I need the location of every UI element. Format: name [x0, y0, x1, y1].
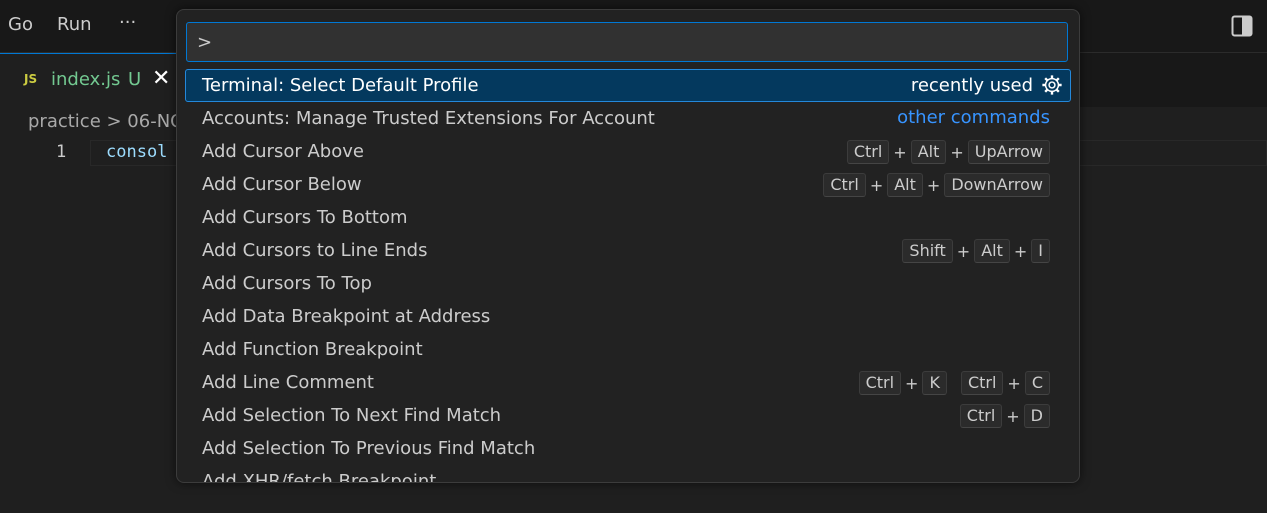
key-separator: +: [956, 241, 971, 261]
key-separator: +: [1006, 406, 1020, 426]
keybinding-key: Ctrl: [959, 404, 1003, 428]
command-item[interactable]: Add Cursors To Top: [185, 267, 1071, 300]
key-separator: +: [1007, 373, 1021, 393]
command-item[interactable]: Add Cursors to Line Ends Shift + Alt + I: [185, 234, 1071, 267]
command-keybinding: Ctrl + Alt + UpArrow: [846, 140, 1050, 164]
command-label: Add Cursor Below: [202, 174, 362, 195]
command-item[interactable]: Terminal: Select Default Profile recently…: [185, 69, 1071, 102]
key-separator: +: [905, 373, 919, 393]
command-keybinding: Ctrl + K Ctrl + C: [858, 371, 1050, 395]
breadcrumb[interactable]: practice > 06-NO: [28, 111, 184, 132]
keybinding-key: DownArrow: [944, 173, 1050, 197]
keybinding-key: Alt: [974, 239, 1010, 263]
command-keybinding: Shift + Alt + I: [902, 239, 1050, 263]
recently-used-label: recently used: [910, 74, 1033, 96]
command-label: Terminal: Select Default Profile: [202, 75, 479, 96]
keybinding-key: K: [922, 371, 947, 395]
menu-run[interactable]: Run: [57, 14, 92, 35]
command-label: Add Line Comment: [202, 372, 374, 393]
git-untracked-badge: U: [128, 69, 142, 90]
command-label: Add Data Breakpoint at Address: [202, 306, 491, 327]
command-item[interactable]: Add Selection To Previous Find Match: [185, 432, 1071, 465]
menu-go[interactable]: Go: [8, 14, 33, 35]
key-separator: +: [1013, 241, 1028, 261]
command-item[interactable]: Add Cursor Above Ctrl + Alt + UpArrow: [185, 135, 1071, 168]
command-keybinding: Ctrl + Alt + DownArrow: [823, 173, 1050, 197]
keybinding-key: C: [1024, 371, 1050, 395]
command-keybinding: other commands: [897, 107, 1050, 128]
keybinding-key: Ctrl: [846, 140, 890, 164]
command-item[interactable]: Add Data Breakpoint at Address: [185, 300, 1071, 333]
command-label: Accounts: Manage Trusted Extensions For …: [202, 108, 655, 129]
tab-index-js[interactable]: JS index.js U ✕: [0, 53, 180, 108]
key-separator: +: [893, 142, 907, 162]
keybinding-key: Alt: [887, 173, 923, 197]
line-number: 1: [56, 142, 67, 162]
command-label: Add Selection To Previous Find Match: [202, 438, 536, 459]
toggle-secondary-sidebar-icon[interactable]: [1231, 15, 1253, 37]
command-item[interactable]: Add Line Comment Ctrl + K Ctrl + C: [185, 366, 1071, 399]
command-item[interactable]: Add Cursors To Bottom: [185, 201, 1071, 234]
close-icon[interactable]: ✕: [152, 66, 170, 91]
keybinding-key: Shift: [902, 239, 953, 263]
other-commands-label: other commands: [897, 107, 1050, 128]
command-item[interactable]: Accounts: Manage Trusted Extensions For …: [185, 102, 1071, 135]
key-separator: +: [950, 142, 964, 162]
keybinding-key: D: [1023, 404, 1050, 428]
keybinding-key: Alt: [910, 140, 947, 164]
command-label: Add XHR/fetch Breakpoint: [202, 471, 437, 483]
key-separator: +: [869, 175, 884, 195]
command-label: Add Cursors to Line Ends: [202, 240, 428, 261]
key-separator: +: [926, 175, 941, 195]
code-text[interactable]: consol: [106, 142, 167, 162]
command-palette: Terminal: Select Default Profile recently…: [176, 9, 1080, 483]
command-item[interactable]: Add Cursor Below Ctrl + Alt + DownArrow: [185, 168, 1071, 201]
keybinding-key: Ctrl: [960, 371, 1004, 395]
javascript-file-icon: JS: [24, 72, 38, 86]
command-label: Add Function Breakpoint: [202, 339, 423, 360]
command-keybinding: Ctrl + D: [959, 404, 1050, 428]
command-label: Add Selection To Next Find Match: [202, 405, 502, 426]
command-item[interactable]: Add Selection To Next Find Match Ctrl + D: [185, 399, 1071, 432]
command-palette-input[interactable]: [186, 22, 1068, 62]
keybinding-key: I: [1031, 239, 1050, 263]
menu-more-button[interactable]: ···: [119, 12, 136, 33]
keybinding-key: Ctrl: [823, 173, 866, 197]
command-list: Terminal: Select Default Profile recently…: [185, 69, 1071, 483]
command-item[interactable]: Add XHR/fetch Breakpoint: [185, 465, 1071, 483]
tab-filename: index.js: [51, 69, 121, 90]
keybinding-key: UpArrow: [967, 140, 1050, 164]
command-label: Add Cursors To Bottom: [202, 207, 408, 228]
gear-icon[interactable]: [1041, 74, 1063, 96]
command-label: Add Cursors To Top: [202, 273, 372, 294]
keybinding-key: Ctrl: [858, 371, 902, 395]
command-item[interactable]: Add Function Breakpoint: [185, 333, 1071, 366]
command-label: Add Cursor Above: [202, 141, 364, 162]
command-keybinding: recently used: [911, 74, 1063, 96]
